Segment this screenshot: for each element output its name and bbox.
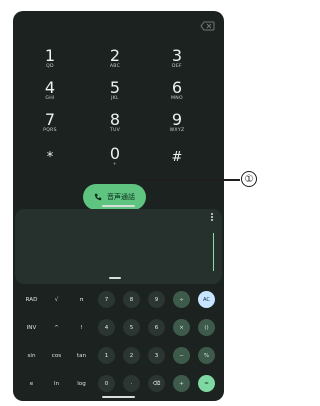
calc-key-plus[interactable]: + xyxy=(173,375,190,392)
calc-key-1[interactable]: 1 xyxy=(98,347,115,364)
key-letters: MNO xyxy=(171,96,183,101)
calc-key-8[interactable]: 8 xyxy=(123,291,140,308)
key-letters: TUV xyxy=(109,128,121,133)
key-1[interactable]: 1 QD xyxy=(19,47,81,79)
calc-key-factorial[interactable]: ! xyxy=(73,319,90,336)
key-8[interactable]: 8 TUV xyxy=(84,111,146,143)
key-letters: WXYZ xyxy=(169,128,185,133)
calculator-display xyxy=(15,209,222,284)
phone-screen: 1 QD 2 ABC 3 DEF 4 GHI 5 JKL 6 MNO 7 PQR… xyxy=(13,11,224,401)
drag-handle[interactable] xyxy=(102,205,135,207)
calc-key-decimal[interactable]: · xyxy=(123,375,140,392)
key-digit: 9 xyxy=(171,110,183,129)
key-digit: # xyxy=(171,150,183,165)
key-letters: + xyxy=(112,162,118,167)
dialed-number-display xyxy=(13,11,224,41)
key-6[interactable]: 6 MNO xyxy=(146,79,208,111)
calc-key-rad[interactable]: RAD xyxy=(23,291,40,308)
key-letters: ABC xyxy=(109,64,121,69)
key-7[interactable]: 7 PQRS xyxy=(19,111,81,143)
callout-marker: ① xyxy=(241,171,257,187)
phone-icon xyxy=(94,193,102,201)
calc-key-pi[interactable]: π xyxy=(73,291,90,308)
key-star[interactable]: * xyxy=(19,145,81,177)
dial-keypad: 1 QD 2 ABC 3 DEF 4 GHI 5 JKL 6 MNO 7 PQR… xyxy=(13,47,224,177)
calc-key-backspace[interactable]: ⌫ xyxy=(148,375,165,392)
key-digit: 2 xyxy=(109,46,121,65)
calc-key-6[interactable]: 6 xyxy=(148,319,165,336)
calc-key-sin[interactable]: sin xyxy=(23,347,40,364)
key-4[interactable]: 4 GHI xyxy=(19,79,81,111)
calc-key-power[interactable]: ^ xyxy=(48,319,65,336)
voice-call-label: 音声通話 xyxy=(107,193,135,201)
key-0[interactable]: 0 + xyxy=(84,145,146,177)
key-9[interactable]: 9 WXYZ xyxy=(146,111,208,143)
text-cursor xyxy=(212,233,214,271)
calc-key-tan[interactable]: tan xyxy=(73,347,90,364)
key-digit: 3 xyxy=(171,46,183,65)
key-digit: 7 xyxy=(44,110,56,129)
display-handle[interactable] xyxy=(109,277,121,279)
key-5[interactable]: 5 JKL xyxy=(84,79,146,111)
calc-key-4[interactable]: 4 xyxy=(98,319,115,336)
key-letters: QD xyxy=(46,64,54,69)
calc-key-5[interactable]: 5 xyxy=(123,319,140,336)
key-letters: DEF xyxy=(172,64,182,69)
backspace-icon[interactable] xyxy=(200,21,215,31)
calc-key-equals[interactable]: = xyxy=(198,375,215,392)
calc-key-multiply[interactable]: × xyxy=(173,319,190,336)
key-letters: JKL xyxy=(111,96,119,101)
key-digit: 5 xyxy=(109,78,121,97)
calc-key-sqrt[interactable]: √ xyxy=(48,291,65,308)
calc-key-ln[interactable]: ln xyxy=(48,375,65,392)
callout-leader-line xyxy=(133,179,240,181)
key-digit: 8 xyxy=(109,110,121,129)
key-letters: PQRS xyxy=(43,128,57,133)
calculator-keypad: RAD √ π 7 8 9 ÷ AC INV ^ ! 4 5 6 × () si… xyxy=(13,287,224,401)
key-2[interactable]: 2 ABC xyxy=(84,47,146,79)
calc-key-cos[interactable]: cos xyxy=(48,347,65,364)
overflow-menu-icon[interactable] xyxy=(211,213,214,223)
calc-key-9[interactable]: 9 xyxy=(148,291,165,308)
calc-key-percent[interactable]: % xyxy=(198,347,215,364)
calc-key-7[interactable]: 7 xyxy=(98,291,115,308)
calc-key-clear[interactable]: AC xyxy=(198,291,215,308)
key-digit: 0 xyxy=(109,144,121,163)
calc-key-divide[interactable]: ÷ xyxy=(173,291,190,308)
navigation-handle[interactable] xyxy=(102,396,135,398)
key-letters: GHI xyxy=(45,96,55,101)
key-digit: 4 xyxy=(44,78,56,97)
key-3[interactable]: 3 DEF xyxy=(146,47,208,79)
calc-key-2[interactable]: 2 xyxy=(123,347,140,364)
calc-key-0[interactable]: 0 xyxy=(98,375,115,392)
key-hash[interactable]: # xyxy=(146,145,208,177)
key-digit: 6 xyxy=(171,78,183,97)
key-digit: * xyxy=(46,150,54,165)
key-digit: 1 xyxy=(44,46,56,65)
calc-key-parentheses[interactable]: () xyxy=(198,319,215,336)
calc-key-minus[interactable]: − xyxy=(173,347,190,364)
calc-key-e[interactable]: e xyxy=(23,375,40,392)
calc-key-3[interactable]: 3 xyxy=(148,347,165,364)
calc-key-inv[interactable]: INV xyxy=(23,319,40,336)
calc-key-log[interactable]: log xyxy=(73,375,90,392)
